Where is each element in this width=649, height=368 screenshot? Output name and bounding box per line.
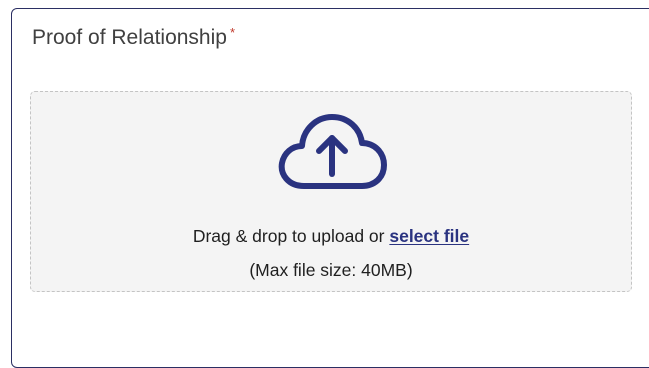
cloud-upload-icon (278, 114, 387, 189)
upload-instructions: Drag & drop to upload or select file (31, 226, 631, 247)
max-file-size-note: (Max file size: 40MB) (249, 260, 413, 280)
field-header: Proof of Relationship * (32, 25, 236, 50)
field-label: Proof of Relationship (32, 26, 227, 49)
file-dropzone[interactable]: Drag & drop to upload or select file (Ma… (30, 91, 632, 292)
drag-drop-text: Drag & drop to upload or (192, 226, 390, 246)
upload-field-panel: Proof of Relationship * Drag & drop to u… (11, 8, 649, 368)
required-marker: * (229, 25, 236, 40)
select-file-link[interactable]: select file (389, 226, 469, 246)
